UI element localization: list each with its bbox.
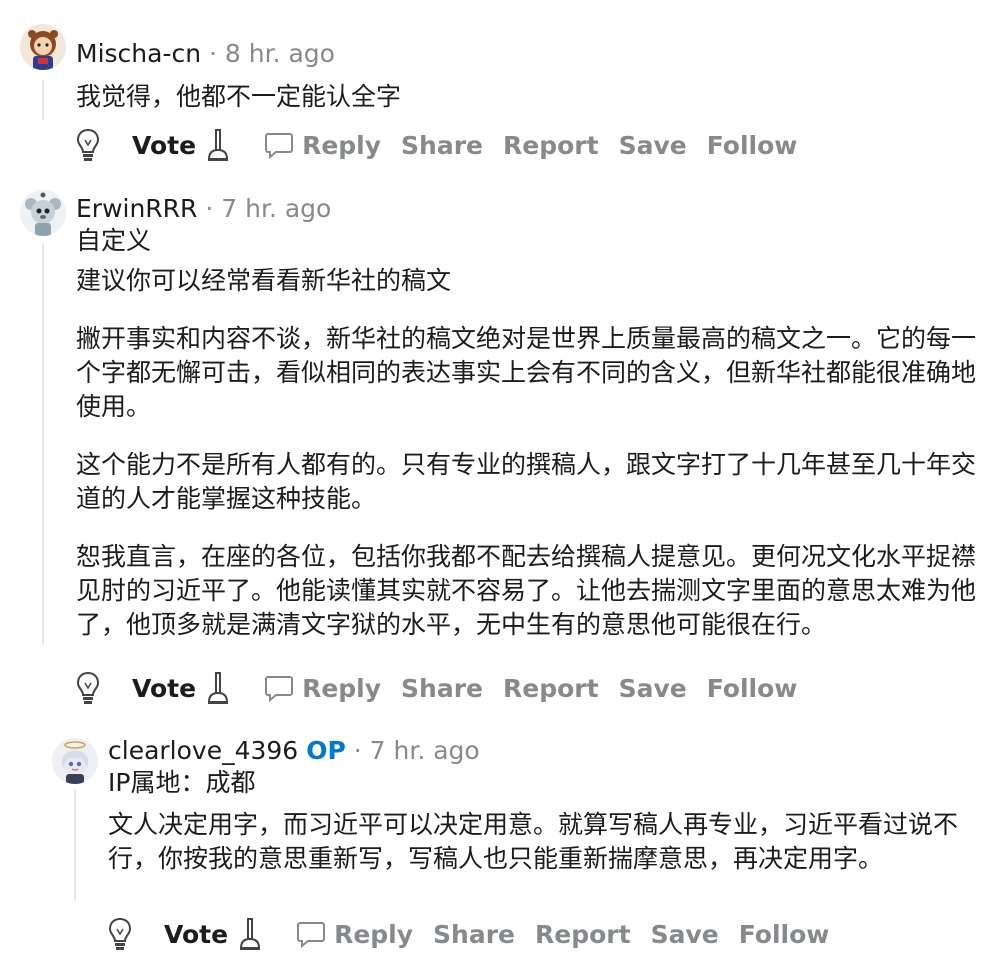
report-button[interactable]: Report (503, 131, 599, 160)
upvote-lightbulb-icon (76, 671, 100, 704)
upvote-button[interactable] (108, 917, 132, 951)
timestamp: · 7 hr. ago (205, 194, 332, 223)
avatar[interactable] (20, 24, 66, 70)
follow-button[interactable]: Follow (739, 920, 830, 949)
reply-bubble-icon (297, 922, 326, 949)
avatar[interactable] (52, 738, 98, 784)
downvote-button[interactable] (238, 917, 262, 951)
comment-actions: Vote Reply Share Report Save Follow (76, 668, 817, 708)
reply-label: Reply (334, 919, 414, 949)
downvote-button[interactable] (206, 671, 230, 705)
reply-bubble-icon (265, 133, 294, 160)
comment-body: IP属地：成都 文人决定用字，而习近平可以决定用意。就算写稿人再专业，习近平看过… (108, 766, 968, 876)
thread-line[interactable] (42, 244, 44, 644)
upvote-lightbulb-icon (108, 917, 132, 950)
comment-text: 撇开事实和内容不谈，新华社的稿文绝对是世界上质量最高的稿文之一。它的每一个字都无… (76, 324, 977, 421)
user-flair: 自定义 (76, 226, 152, 255)
comment-actions: Vote Reply Share Report Save Follow (108, 914, 849, 954)
thread-line[interactable] (42, 80, 44, 120)
upvote-button[interactable] (76, 671, 100, 705)
reply-button[interactable]: Reply (264, 130, 381, 160)
share-button[interactable]: Share (401, 674, 483, 703)
comment-header: clearlove_4396 OP · 7 hr. ago (108, 734, 480, 768)
reply-label: Reply (302, 130, 382, 160)
vote-count: Vote (132, 673, 197, 703)
username[interactable]: Mischa-cn (76, 39, 201, 68)
save-button[interactable]: Save (619, 131, 687, 160)
comment-header: Mischa-cn · 8 hr. ago (76, 37, 335, 71)
comment-header: ErwinRRR · 7 hr. ago (76, 192, 331, 226)
comment-text: 这个能力不是所有人都有的。只有专业的撰稿人，跟文字打了十几年甚至几十年交道的人才… (76, 450, 977, 513)
vote-count: Vote (132, 130, 197, 160)
comment-body: 自定义 建议你可以经常看看新华社的稿文 撇开事实和内容不谈，新华社的稿文绝对是世… (76, 224, 980, 642)
comment-actions: Vote Reply Share Report Save Follow (76, 125, 817, 165)
comment-text: 文人决定用字，而习近平可以决定用意。就算写稿人再专业，习近平看过说不行，你按我的… (108, 810, 959, 873)
op-badge: OP (306, 736, 346, 765)
report-button[interactable]: Report (503, 674, 599, 703)
timestamp: · 7 hr. ago (353, 736, 480, 765)
avatar[interactable] (20, 190, 66, 236)
comment-text: 恕我直言，在座的各位，包括你我都不配去给撰稿人提意见。更何况文化水平捉襟见肘的习… (76, 542, 977, 639)
thread-line[interactable] (74, 790, 76, 900)
reply-bubble-icon (265, 676, 294, 703)
downvote-button[interactable] (206, 128, 230, 162)
downvote-plunger-icon (208, 129, 229, 161)
timestamp: · 8 hr. ago (209, 39, 335, 68)
comment-body: 我觉得，他都不一定能认全字 (76, 80, 976, 114)
save-button[interactable]: Save (651, 920, 719, 949)
upvote-button[interactable] (76, 128, 100, 162)
downvote-plunger-icon (208, 672, 229, 704)
follow-button[interactable]: Follow (707, 131, 798, 160)
username[interactable]: clearlove_4396 (108, 736, 298, 765)
share-button[interactable]: Share (401, 131, 483, 160)
vote-count: Vote (164, 919, 229, 949)
comment-text: 我觉得，他都不一定能认全字 (76, 82, 402, 111)
username[interactable]: ErwinRRR (76, 194, 197, 223)
share-button[interactable]: Share (433, 920, 515, 949)
comment-text: 建议你可以经常看看新华社的稿文 (76, 266, 452, 295)
save-button[interactable]: Save (619, 674, 687, 703)
report-button[interactable]: Report (535, 920, 631, 949)
reply-button[interactable]: Reply (296, 919, 413, 949)
user-flair: IP属地：成都 (108, 768, 256, 797)
downvote-plunger-icon (240, 918, 261, 950)
reply-label: Reply (302, 673, 382, 703)
follow-button[interactable]: Follow (707, 674, 798, 703)
reply-button[interactable]: Reply (264, 673, 381, 703)
upvote-lightbulb-icon (76, 128, 100, 161)
